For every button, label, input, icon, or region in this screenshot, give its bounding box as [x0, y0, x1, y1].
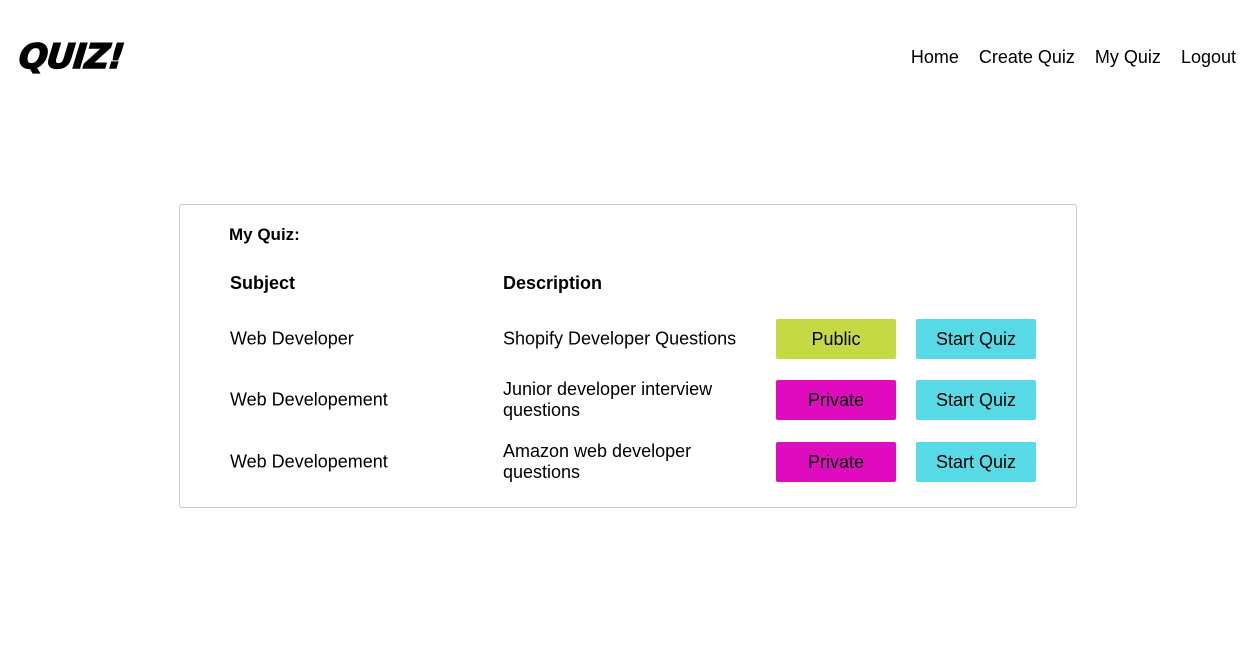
- nav-logout[interactable]: Logout: [1181, 47, 1236, 68]
- card-title: My Quiz:: [229, 225, 300, 244]
- main-nav: Home Create Quiz My Quiz Logout: [911, 47, 1236, 68]
- nav-create-quiz[interactable]: Create Quiz: [979, 47, 1075, 68]
- visibility-toggle-button[interactable]: Private: [776, 442, 896, 482]
- start-quiz-button[interactable]: Start Quiz: [916, 442, 1036, 482]
- description-column-header: Description: [503, 273, 603, 293]
- quiz-description: Shopify Developer Questions: [503, 328, 737, 349]
- nav-home[interactable]: Home: [911, 47, 959, 68]
- quiz-description: Junior developer interview questions: [503, 379, 713, 420]
- my-quiz-card: My Quiz: Subject Description Web Develop…: [179, 204, 1077, 508]
- quiz-row: Web Developer Shopify Developer Question…: [180, 319, 1078, 359]
- nav-my-quiz[interactable]: My Quiz: [1095, 47, 1161, 68]
- quiz-subject: Web Developer: [230, 328, 354, 349]
- quiz-subject: Web Developement: [230, 389, 388, 410]
- quiz-row: Web Developement Junior developer interv…: [180, 379, 1078, 420]
- start-quiz-button[interactable]: Start Quiz: [916, 380, 1036, 420]
- header: QUIZ! Home Create Quiz My Quiz Logout: [0, 0, 1260, 110]
- start-quiz-button[interactable]: Start Quiz: [916, 319, 1036, 359]
- visibility-toggle-button[interactable]: Private: [776, 380, 896, 420]
- quiz-row: Web Developement Amazon web developer qu…: [180, 441, 1078, 482]
- logo[interactable]: QUIZ!: [16, 36, 126, 77]
- visibility-toggle-button[interactable]: Public: [776, 319, 896, 359]
- quiz-description: Amazon web developer questions: [503, 441, 692, 482]
- subject-column-header: Subject: [230, 273, 296, 293]
- quiz-subject: Web Developement: [230, 451, 388, 472]
